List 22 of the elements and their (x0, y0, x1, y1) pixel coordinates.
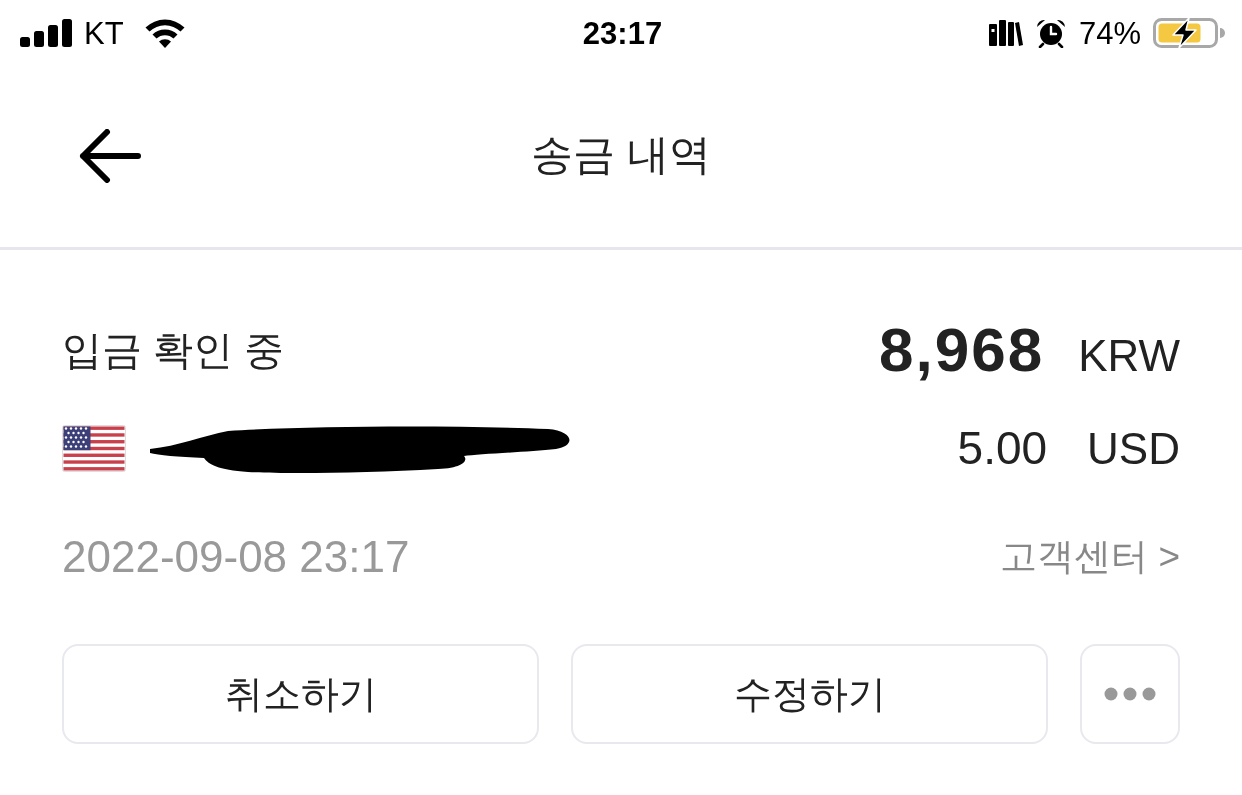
back-button[interactable] (78, 127, 142, 184)
wifi-icon (143, 18, 186, 48)
alarm-clock-icon (1034, 18, 1067, 48)
signal-icon (20, 19, 72, 47)
currency-code: USD (1087, 424, 1180, 474)
action-button[interactable]: 수정하기 (571, 644, 1048, 744)
transfer-status: 입금 확인 중 (62, 327, 285, 374)
converted-amount: 5.00 (957, 422, 1048, 474)
flag-icon (62, 424, 126, 472)
battery-percent: 74% (1078, 17, 1141, 49)
transfer-date: 2022-09-08 23:17 (62, 532, 410, 582)
support-link[interactable]: 고객센터 > (1000, 534, 1180, 580)
more-button[interactable] (1080, 644, 1180, 744)
more-icon (1104, 687, 1156, 701)
action-button[interactable]: 취소하기 (62, 644, 539, 744)
currency-code: KRW (1078, 331, 1180, 381)
page-title: 송금 내역 (531, 130, 711, 181)
amount-value: 8,968 (879, 315, 1045, 385)
carrier-name: KT (84, 17, 124, 49)
back-arrow-icon (79, 128, 141, 183)
books-icon (988, 20, 1023, 46)
status-time: 23:17 (582, 17, 663, 49)
